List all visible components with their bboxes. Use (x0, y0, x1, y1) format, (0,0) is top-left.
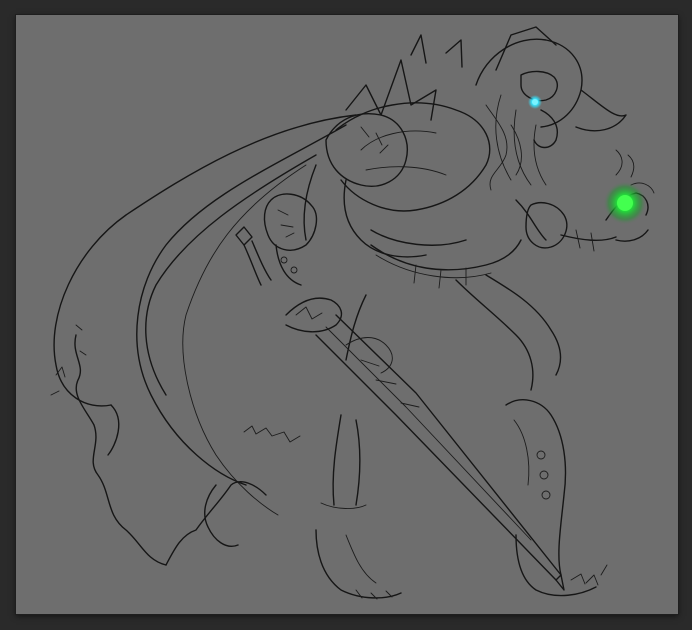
workspace-background (0, 0, 692, 630)
document-canvas[interactable] (16, 15, 678, 614)
lineart-illustration (50, 26, 655, 600)
glowing-orb (603, 149, 647, 225)
helmet-lines (475, 26, 627, 191)
sword-lines (235, 226, 565, 591)
torso-lines (325, 34, 522, 289)
arm-lines (263, 164, 655, 286)
leg-lines (315, 274, 608, 600)
glowing-eye (528, 95, 542, 109)
